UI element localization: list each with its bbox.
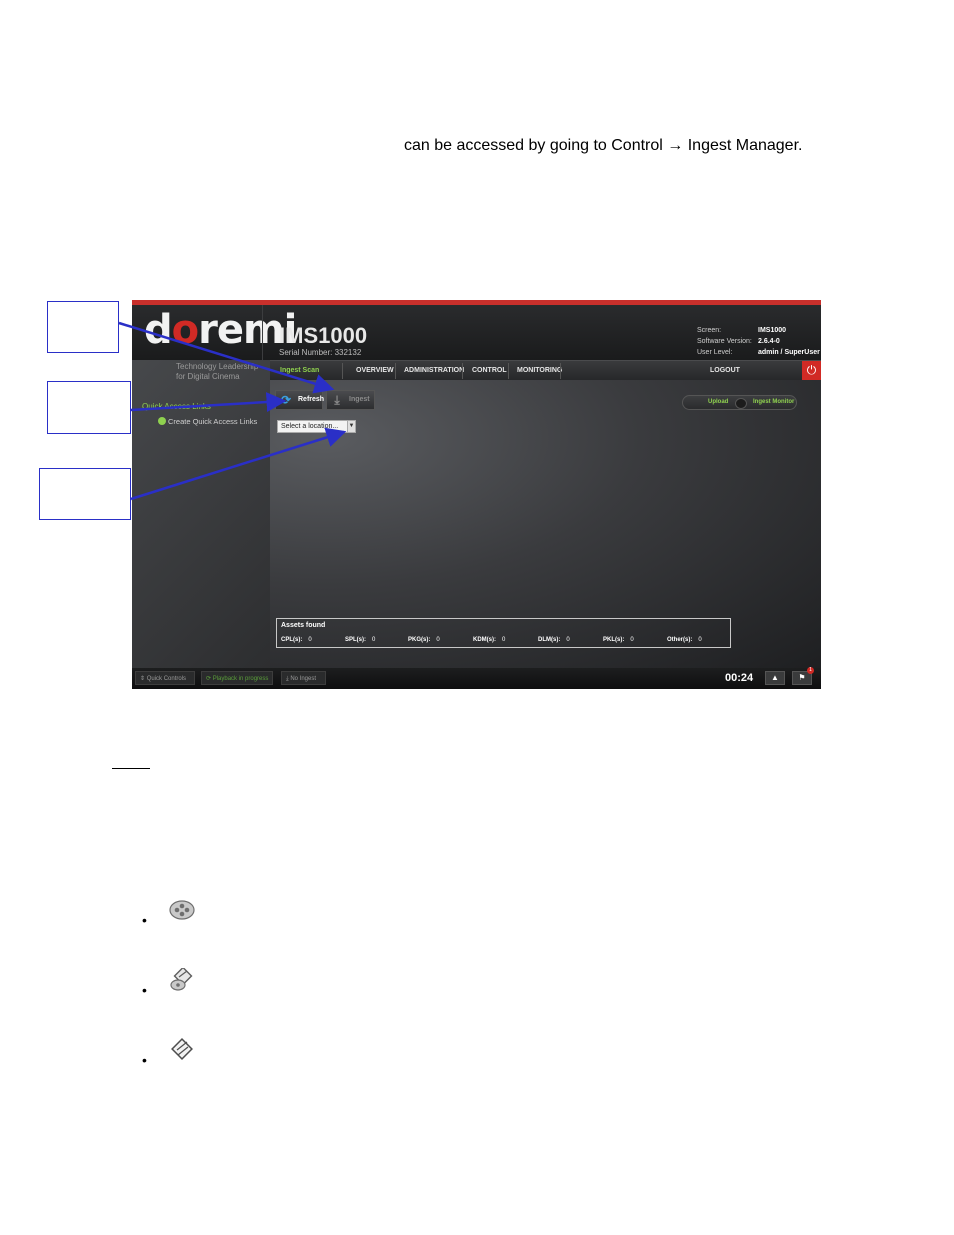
callout-box-location: [39, 468, 131, 520]
info-labels: Screen: Software Version: User Level:: [697, 327, 752, 356]
asset-stat-spl: SPL(s): 0: [345, 637, 376, 643]
brand-tagline: Technology Leadership for Digital Cinema: [176, 362, 259, 381]
user-icon[interactable]: ▲: [765, 671, 785, 685]
asset-stat-pkg: PKG(s): 0: [408, 637, 440, 643]
nav-separator: [342, 363, 343, 379]
ingest-manager-screenshot: doremi IMS1000 Serial Number: 332132 Scr…: [132, 300, 821, 689]
asset-stat-kdm: KDM(s): 0: [473, 637, 506, 643]
nav-separator: [508, 363, 509, 379]
doremi-logo: doremi: [144, 307, 297, 353]
no-ingest-button[interactable]: ⤓ No Ingest: [281, 671, 326, 685]
header-divider: [262, 305, 263, 360]
device-name: IMS1000: [279, 323, 368, 348]
note-underline: [112, 768, 150, 769]
clock: 00:24: [725, 672, 754, 684]
nav-separator: [560, 363, 561, 379]
nav-logout[interactable]: LOGOUT: [710, 361, 740, 381]
assets-found-panel: Assets found CPL(s): 0 SPL(s): 0 PKG(s): 0 …: [276, 618, 731, 648]
playback-status-button[interactable]: ⟳ Playback in progress: [201, 671, 273, 685]
info-values: IMS1000 2.6.4-0 admin / SuperUser: [758, 327, 820, 356]
notification-badge: 1: [807, 667, 814, 674]
film-strip-icon: [171, 1038, 193, 1060]
assets-title: Assets found: [281, 622, 326, 629]
intro-text: can be accessed by going to Control → In…: [404, 137, 803, 154]
film-reel-icon: [169, 900, 195, 920]
quick-access-title: Quick Access Links: [142, 402, 211, 411]
nav-separator: [395, 363, 396, 379]
add-link-icon: [158, 417, 166, 425]
asset-stat-dlm: DLM(s): 0: [538, 637, 570, 643]
reel-with-film-icon: [170, 968, 193, 991]
callout-box-refresh: [47, 381, 131, 434]
nav-ingest-scan[interactable]: Ingest Scan: [280, 361, 319, 381]
asset-stat-cpl: CPL(s): 0: [281, 637, 312, 643]
ingest-icon: ⤓: [334, 393, 340, 407]
nav-administration[interactable]: ADMINISTRATION: [404, 361, 464, 381]
chevron-down-icon[interactable]: ▼: [347, 420, 356, 433]
callout-box-ingest: [47, 301, 119, 353]
bullet-marker: •: [142, 982, 147, 998]
nav-overview[interactable]: OVERVIEW: [356, 361, 394, 381]
ingest-button[interactable]: ⤓ Ingest: [326, 390, 375, 410]
serial-number: Serial Number: 332132: [279, 348, 362, 357]
status-footer: ⇕ Quick Controls ⟳ Playback in progress …: [132, 667, 821, 689]
create-quick-access-link[interactable]: Create Quick Access Links: [158, 417, 257, 426]
bullet-marker: •: [142, 1052, 147, 1068]
asset-stat-pkl: PKL(s): 0: [603, 637, 634, 643]
ingest-monitor-label: Ingest Monitor: [753, 399, 795, 405]
refresh-icon: ⟳: [280, 393, 292, 407]
nav-monitoring[interactable]: MONITORING: [517, 361, 562, 381]
power-icon[interactable]: ⏻: [802, 361, 821, 380]
nav-control[interactable]: CONTROL: [472, 361, 507, 381]
main-nav: Ingest Scan OVERVIEW ADMINISTRATION CONT…: [270, 360, 821, 381]
refresh-button[interactable]: ⟳ Refresh: [275, 390, 324, 410]
upload-monitor-toggle[interactable]: Upload Ingest Monitor: [682, 395, 797, 410]
asset-stat-other: Other(s): 0: [667, 637, 702, 643]
bullet-marker: •: [142, 912, 147, 928]
app-header: doremi IMS1000 Serial Number: 332132 Scr…: [132, 305, 821, 360]
upload-label: Upload: [708, 399, 729, 405]
location-select[interactable]: Select a location...: [277, 420, 356, 433]
quick-controls-button[interactable]: ⇕ Quick Controls: [135, 671, 195, 685]
toggle-knob[interactable]: [735, 398, 747, 409]
nav-separator: [462, 363, 463, 379]
